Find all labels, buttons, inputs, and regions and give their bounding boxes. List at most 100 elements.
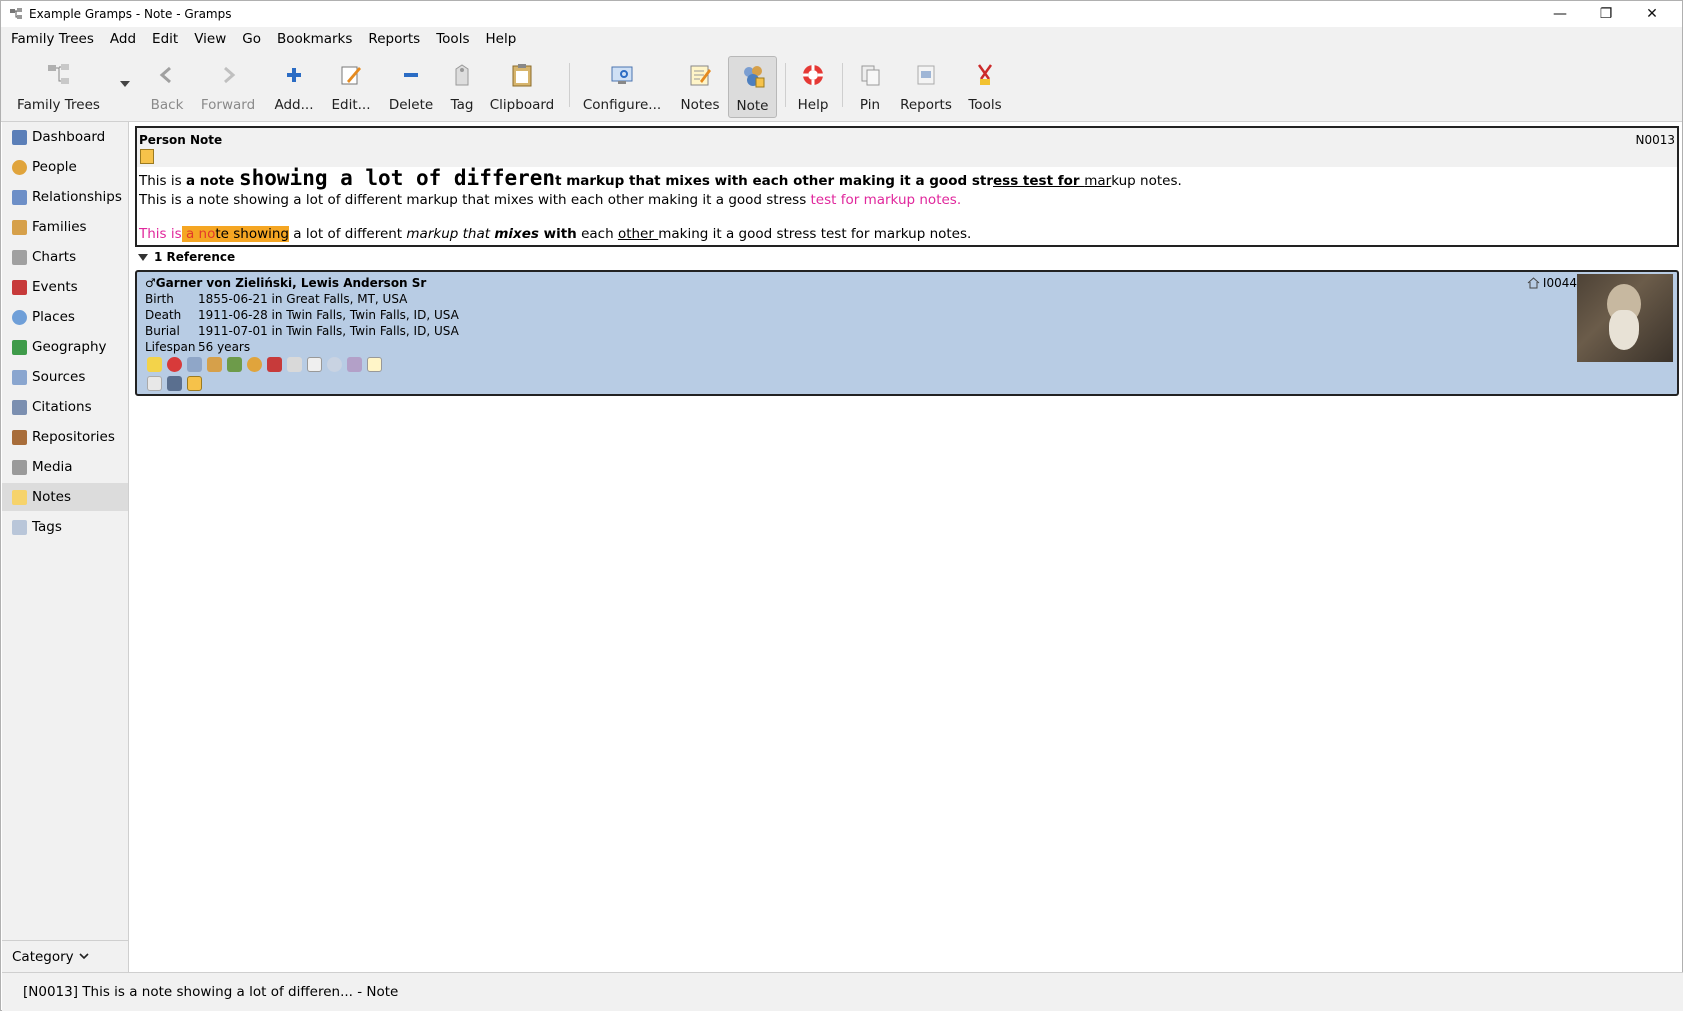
references-expander[interactable]: 1 Reference: [138, 250, 235, 264]
notes-view-button[interactable]: Notes: [678, 56, 722, 118]
sidebar-item-charts[interactable]: Charts: [2, 243, 128, 271]
note-text-span: te showing: [215, 226, 290, 242]
help-label: Help: [797, 97, 829, 113]
chevron-down-icon[interactable]: [120, 81, 130, 87]
map-icon: [12, 339, 27, 355]
configure-button[interactable]: Configure...: [581, 56, 663, 118]
sidebar-item-tags[interactable]: Tags: [2, 513, 128, 541]
relationships-icon: [12, 189, 27, 205]
references-count: 1 Reference: [154, 250, 236, 264]
menu-reports[interactable]: Reports: [362, 31, 426, 47]
menu-family-trees[interactable]: Family Trees: [5, 31, 100, 47]
person-reference-card[interactable]: ♂Garner von Zieliński, Lewis Anderson Sr…: [135, 270, 1679, 396]
edit-label: Edit...: [331, 97, 371, 113]
media-icon: [12, 459, 27, 475]
family-trees-button[interactable]: Family Trees: [11, 56, 106, 118]
menu-go[interactable]: Go: [236, 31, 267, 47]
note-panel: Person Note N0013 This is a note showing…: [135, 126, 1679, 247]
tag-button[interactable]: Tag: [446, 56, 478, 118]
sidebar-item-relationships[interactable]: Relationships: [2, 183, 128, 211]
close-button[interactable]: ✕: [1629, 1, 1675, 27]
sidebar-item-geography[interactable]: Geography: [2, 333, 128, 361]
minimize-button[interactable]: —: [1537, 1, 1583, 27]
minimize-icon: —: [1553, 6, 1567, 22]
menu-help[interactable]: Help: [479, 31, 522, 47]
plus-icon: [281, 62, 307, 88]
chevron-down-icon: [79, 953, 89, 960]
families-icon: [12, 219, 27, 235]
note-text-span: t markup that mixes with each other maki…: [555, 173, 993, 189]
person-icon: [12, 159, 27, 175]
url-icon: [167, 376, 182, 391]
sidebar-item-people[interactable]: People: [2, 153, 128, 181]
category-dropdown[interactable]: Category: [2, 940, 128, 972]
back-arrow-icon: [154, 62, 180, 88]
note-text-span: with: [538, 226, 577, 242]
note-text-span: mar: [1084, 173, 1112, 189]
close-icon: ✕: [1646, 6, 1658, 22]
restore-button[interactable]: ❐: [1583, 1, 1629, 27]
menu-view[interactable]: View: [188, 31, 232, 47]
burial-label: Burial: [145, 324, 180, 338]
sidebar-item-notes[interactable]: Notes: [2, 483, 128, 511]
configure-icon: [609, 62, 635, 88]
edit-pencil-icon: [338, 62, 364, 88]
lifespan-row: Lifespan 56 years: [145, 340, 250, 354]
charts-icon: [12, 249, 27, 265]
menu-edit[interactable]: Edit: [146, 31, 184, 47]
sidebar-item-label: People: [32, 159, 77, 175]
edit-button[interactable]: Edit...: [328, 56, 374, 118]
tools-button[interactable]: Tools: [963, 56, 1007, 118]
attributes-icon: [307, 357, 322, 372]
reports-button[interactable]: Reports: [898, 56, 954, 118]
clipboard-button[interactable]: Clipboard: [489, 56, 555, 118]
note-view-button[interactable]: Note: [728, 56, 777, 118]
person-id-area: I0044: [1527, 276, 1577, 290]
menu-bookmarks[interactable]: Bookmarks: [271, 31, 358, 47]
sidebar-item-places[interactable]: Places: [2, 303, 128, 331]
tag-label: Tag: [450, 97, 474, 113]
family-icon: [207, 357, 222, 372]
note-text-line-3: This is a note showing a lot of differen…: [139, 226, 971, 242]
menu-tools[interactable]: Tools: [430, 31, 475, 47]
delete-label: Delete: [388, 97, 434, 113]
note-text-span: ess test for: [993, 173, 1085, 189]
sidebar-item-citations[interactable]: Citations: [2, 393, 128, 421]
forward-button[interactable]: Forward: [197, 56, 259, 118]
note-text-span: making it a good stress test for markup …: [658, 226, 972, 242]
media-icon: [327, 357, 342, 372]
sidebar-item-label: Events: [32, 279, 78, 295]
delete-button[interactable]: Delete: [386, 56, 436, 118]
toolbar: Family Trees Back Forward Add... Edit...…: [1, 51, 1682, 122]
sidebar-item-repositories[interactable]: Repositories: [2, 423, 128, 451]
sidebar-item-label: Tags: [32, 519, 62, 535]
person-photo[interactable]: [1577, 274, 1673, 362]
status-bar: [N0013] This is a note showing a lot of …: [2, 972, 1683, 1011]
menu-add[interactable]: Add: [104, 31, 142, 47]
globe-icon: [12, 309, 27, 325]
clipboard-icon[interactable]: [140, 149, 154, 164]
sidebar-item-families[interactable]: Families: [2, 213, 128, 241]
back-button[interactable]: Back: [146, 56, 188, 118]
notes-icon: [687, 62, 713, 88]
note-text-span: a lot of different: [289, 226, 407, 242]
note-text-span: each: [576, 226, 618, 242]
sidebar-item-sources[interactable]: Sources: [2, 363, 128, 391]
sidebar-item-label: Relationships: [32, 189, 122, 205]
tags-icon: [12, 519, 27, 535]
add-button[interactable]: Add...: [269, 56, 319, 118]
person-name-line: ♂Garner von Zieliński, Lewis Anderson Sr: [145, 276, 426, 290]
sidebar-item-events[interactable]: Events: [2, 273, 128, 301]
repositories-icon: [12, 429, 27, 445]
sidebar-item-media[interactable]: Media: [2, 453, 128, 481]
pin-button[interactable]: Pin: [851, 56, 889, 118]
portrait-beard: [1609, 310, 1639, 350]
forward-label: Forward: [200, 97, 256, 113]
back-label: Back: [150, 97, 184, 113]
sidebar-item-dashboard[interactable]: Dashboard: [2, 123, 128, 151]
help-button[interactable]: Help: [791, 56, 835, 118]
events-calendar-icon: [12, 279, 27, 295]
clipboard-icon: [187, 376, 202, 391]
note-view-icon: [740, 63, 766, 89]
birth-value: 1855-06-21 in Great Falls, MT, USA: [198, 292, 408, 306]
